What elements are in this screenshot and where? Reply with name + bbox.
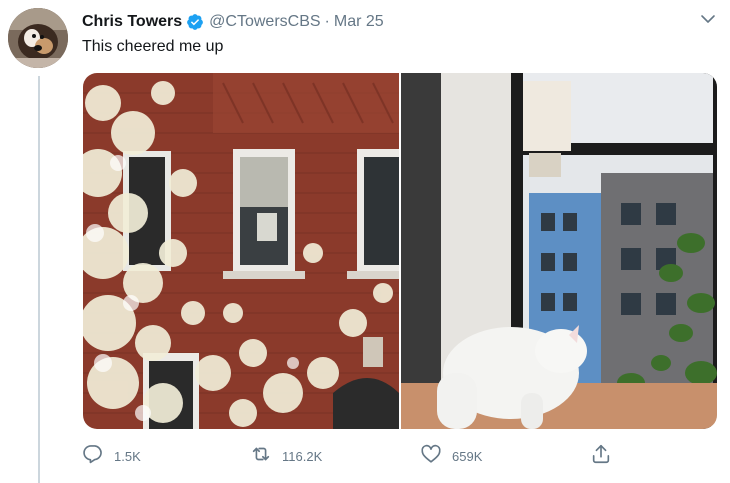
photo-cat[interactable] bbox=[401, 73, 717, 429]
like-button[interactable]: 659K bbox=[420, 442, 482, 470]
author-handle[interactable]: @CTowersCBS bbox=[209, 13, 320, 31]
like-count: 659K bbox=[452, 448, 483, 464]
reply-icon bbox=[82, 443, 104, 470]
separator-dot: · bbox=[324, 13, 330, 30]
thread-line bbox=[38, 76, 40, 483]
avatar-image bbox=[8, 8, 68, 68]
author-name[interactable]: Chris Towers bbox=[82, 13, 182, 31]
chevron-down-icon[interactable] bbox=[700, 11, 716, 27]
verified-badge-icon bbox=[186, 13, 204, 31]
photo-building[interactable] bbox=[83, 73, 399, 429]
avatar[interactable] bbox=[8, 8, 68, 68]
share-icon bbox=[590, 443, 612, 470]
share-button[interactable] bbox=[590, 442, 612, 470]
media-grid bbox=[83, 73, 717, 429]
reply-button[interactable]: 1.5K bbox=[82, 442, 141, 470]
reply-count: 1.5K bbox=[114, 448, 141, 464]
retweet-count: 116.2K bbox=[282, 448, 323, 464]
heart-icon bbox=[420, 443, 442, 470]
tweet-actions: 1.5K 116.2K 659K bbox=[82, 442, 642, 470]
tweet-header: Chris Towers @CTowersCBS · Mar 25 bbox=[82, 11, 384, 33]
tweet-date[interactable]: Mar 25 bbox=[334, 13, 384, 31]
tweet-text: This cheered me up bbox=[82, 38, 224, 55]
retweet-icon bbox=[250, 443, 272, 470]
retweet-button[interactable]: 116.2K bbox=[250, 442, 322, 470]
